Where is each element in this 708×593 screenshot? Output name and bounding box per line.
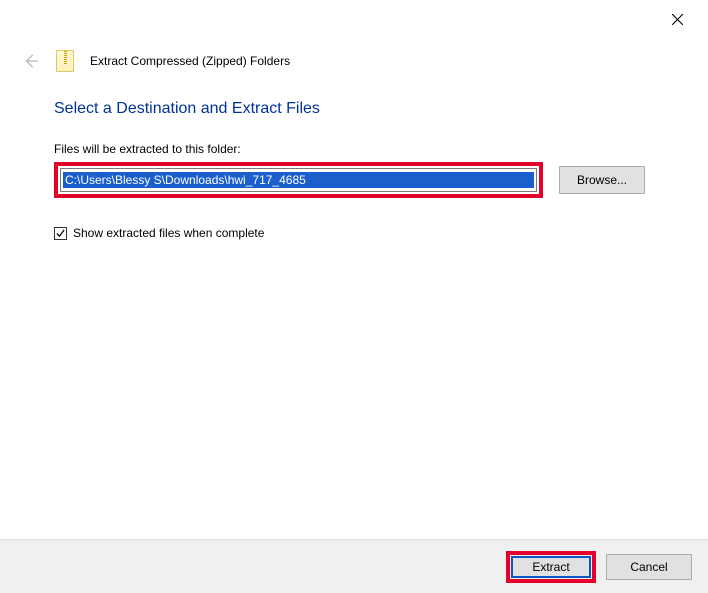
show-files-label: Show extracted files when complete	[73, 226, 264, 240]
browse-button[interactable]: Browse...	[559, 166, 645, 194]
close-button[interactable]	[654, 4, 700, 34]
destination-path-input[interactable]	[63, 172, 534, 188]
wizard-footer: Extract Cancel	[0, 539, 708, 593]
destination-path-field-wrap[interactable]	[60, 168, 537, 192]
wizard-content: Select a Destination and Extract Files F…	[0, 72, 708, 240]
back-arrow-icon	[22, 52, 40, 70]
extract-button[interactable]: Extract	[511, 556, 591, 578]
titlebar	[0, 0, 708, 38]
back-button	[22, 52, 40, 70]
path-label: Files will be extracted to this folder:	[54, 142, 654, 156]
extract-highlight-annotation: Extract	[506, 551, 596, 583]
path-highlight-annotation	[54, 162, 543, 198]
cancel-button[interactable]: Cancel	[606, 554, 692, 580]
wizard-heading: Select a Destination and Extract Files	[54, 100, 654, 118]
zip-folder-icon	[56, 50, 74, 72]
wizard-header: Extract Compressed (Zipped) Folders	[0, 38, 708, 72]
show-files-checkbox[interactable]	[54, 227, 67, 240]
close-icon	[672, 14, 683, 25]
checkmark-icon	[56, 229, 65, 238]
window-title: Extract Compressed (Zipped) Folders	[90, 54, 290, 68]
